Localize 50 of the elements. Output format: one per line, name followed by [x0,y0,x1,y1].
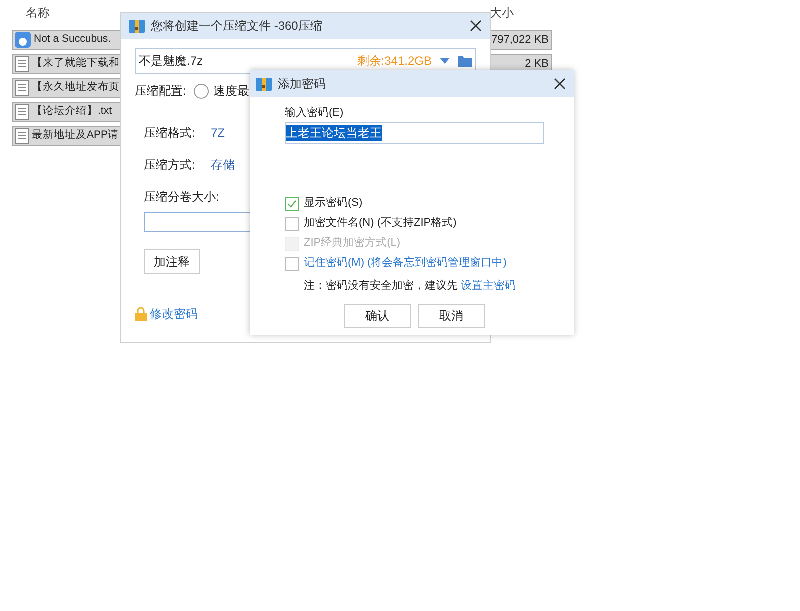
checkbox[interactable] [285,256,299,270]
document-icon [15,128,29,144]
checkbox-label: 记住密码(M) (将会备忘到密码管理窗口中) [304,256,507,272]
archive-icon [129,19,145,33]
column-header[interactable]: 名称 [26,4,50,22]
password-value: 上老王论坛当老王 [286,124,382,140]
file-size: 2 KB [525,56,549,72]
checkbox[interactable] [285,196,299,210]
method-label: 压缩方式: [144,157,196,174]
format-label: 压缩格式: [144,125,196,142]
checkbox-label: 加密文件名(N) (不支持ZIP格式) [304,216,457,232]
format-value[interactable]: 7Z [211,124,226,142]
filename-value: 不是魅魔.7z [139,53,204,70]
dialog-button[interactable]: 确认 [344,304,411,328]
file-name: 【论坛介绍】.txt [32,104,112,120]
window-title: 您将创建一个压缩文件 -360压缩 [151,18,322,35]
file-name: 【永久地址发布页 [32,80,120,96]
lock-icon [135,307,147,321]
file-size: 797,022 KB [492,32,549,48]
password-field[interactable]: 上老王论坛当老王 [285,122,544,144]
method-value[interactable]: 存储 [211,156,235,174]
close-icon[interactable] [554,78,566,90]
check-icon [287,200,297,208]
document-icon [15,56,29,72]
checkbox-label: 显示密码(S) [304,196,363,212]
master-password-link[interactable]: 设置主密码 [461,278,516,294]
config-label: 压缩配置: [135,83,186,100]
dropdown-icon[interactable] [440,58,450,64]
free-space: 剩余:341.2GB [357,53,432,70]
dialog-button[interactable]: 取消 [418,304,485,328]
document-icon [15,80,29,96]
comment-button[interactable]: 加注释 [144,249,200,274]
column-header[interactable]: 大小 [490,4,514,22]
app-icon [15,32,31,48]
window-title: 添加密码 [278,76,326,92]
file-name: Not a Succubus. [34,32,112,48]
file-name: 最新地址及APP请 [32,128,120,144]
close-icon[interactable] [470,20,482,32]
document-icon [15,104,29,120]
file-name: 【来了就能下载和 [32,56,120,72]
radio-button[interactable] [194,84,210,98]
archive-icon [256,76,272,90]
note-text: 注：密码没有安全加密，建议先 [304,278,458,294]
radio-label: 速度最 [213,83,250,100]
password-label: 输入密码(E) [285,106,345,121]
volume-label: 压缩分卷大小: [144,189,220,206]
checkbox[interactable] [285,216,299,230]
checkbox-label: ZIP经典加密方式(L) [304,236,401,252]
folder-icon[interactable] [458,55,472,67]
change-password-link[interactable]: 修改密码 [150,305,198,323]
